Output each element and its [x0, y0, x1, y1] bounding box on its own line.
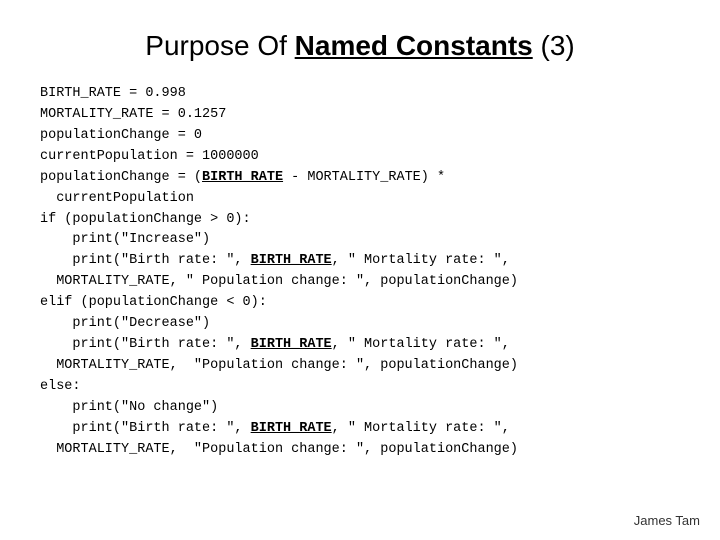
page-title: Purpose Of Named Constants (3) [40, 30, 680, 62]
author-label: James Tam [634, 513, 700, 528]
code-line-1: BIRTH_RATE = 0.998 MORTALITY_RATE = 0.12… [40, 86, 518, 457]
code-block: BIRTH_RATE = 0.998 MORTALITY_RATE = 0.12… [40, 84, 680, 461]
page: Purpose Of Named Constants (3) BIRTH_RAT… [0, 0, 720, 540]
highlight-birth-rate-1: BIRTH_RATE [202, 170, 283, 185]
highlight-birth-rate-2: BIRTH_RATE [251, 253, 332, 268]
highlight-birth-rate-4: BIRTH_RATE [251, 421, 332, 436]
title-prefix: Purpose Of [145, 30, 294, 61]
highlight-birth-rate-3: BIRTH_RATE [251, 337, 332, 352]
title-named: Named Constants [295, 30, 533, 61]
title-suffix: (3) [533, 30, 575, 61]
